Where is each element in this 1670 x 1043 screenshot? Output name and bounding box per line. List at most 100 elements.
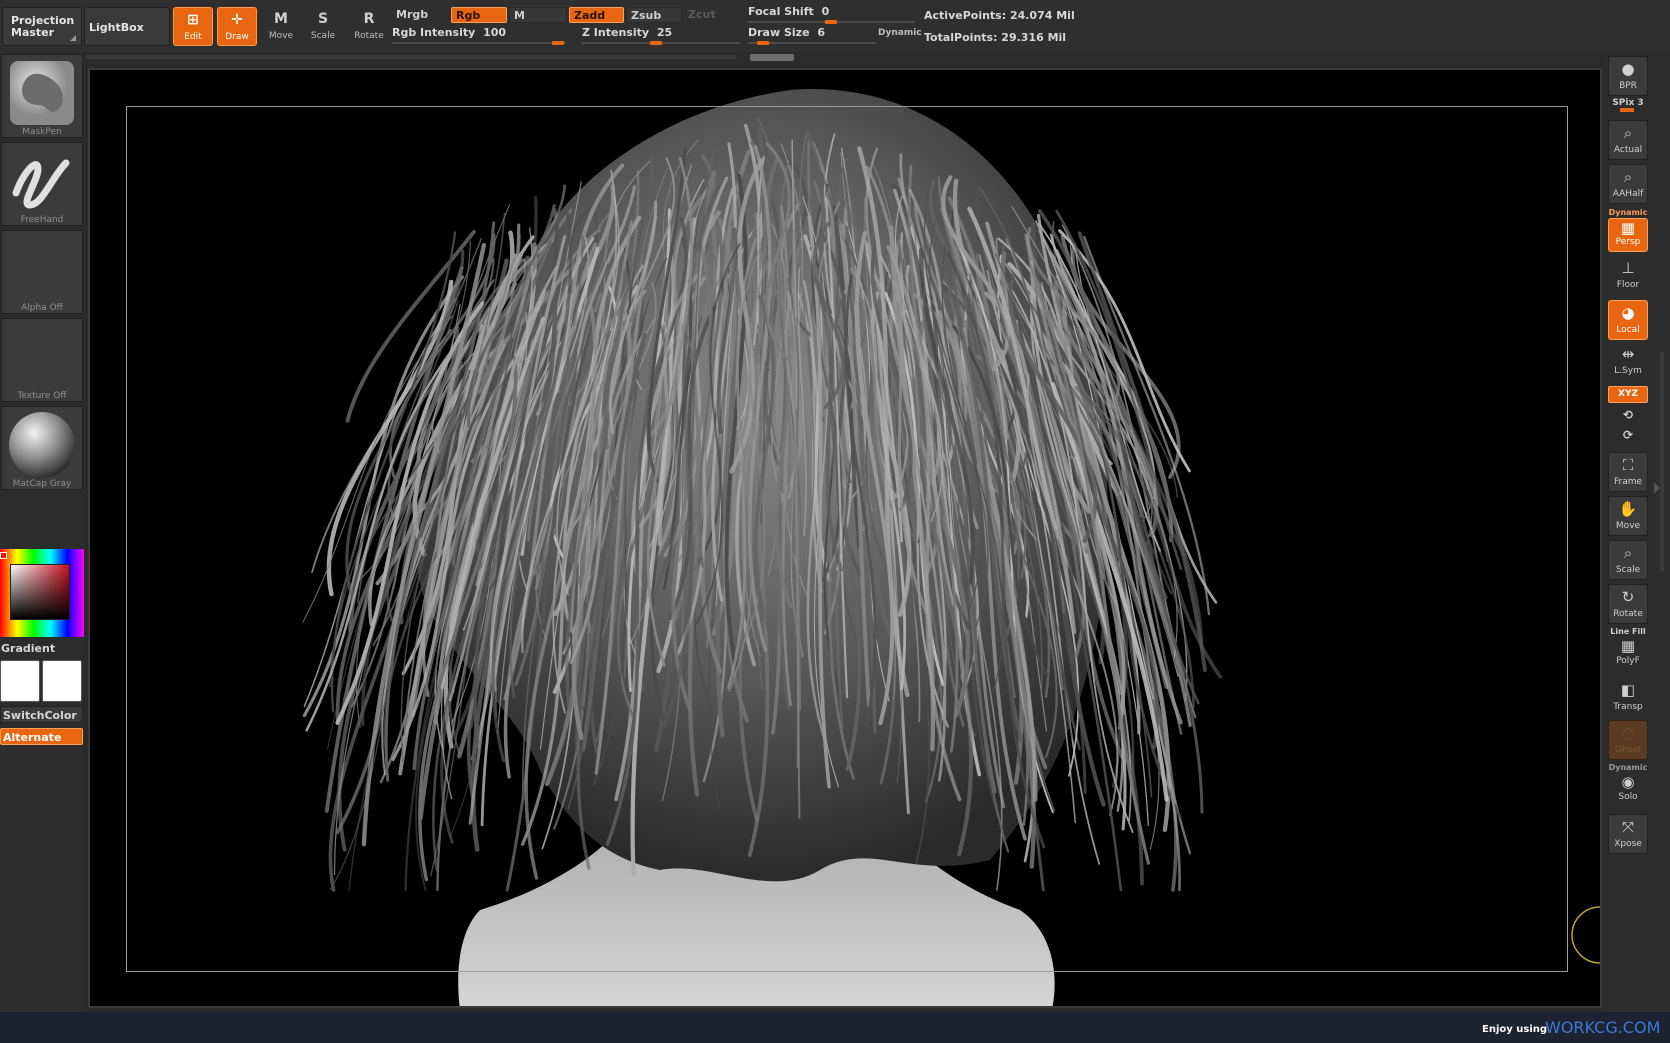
projection-master-button[interactable]: Projection Master — [2, 7, 82, 46]
rotate-y-icon[interactable]: ⟲ — [1606, 408, 1650, 422]
lightbox-button[interactable]: LightBox — [84, 7, 170, 46]
edit-label: Edit — [184, 32, 202, 42]
color-picker-square[interactable] — [10, 564, 70, 620]
scale-button[interactable]: S Scale — [303, 7, 343, 46]
rgb-toggle[interactable]: Rgb — [451, 7, 507, 23]
magnifier-icon: ⌕ — [1623, 124, 1633, 142]
brush-thumbnail[interactable]: MaskPen — [1, 54, 83, 138]
floor-button[interactable]: ⊥ Floor — [1608, 256, 1648, 296]
draw-size-label: Draw Size — [748, 26, 810, 39]
secondary-color-swatch[interactable] — [42, 660, 82, 702]
texture-label: Texture Off — [17, 391, 67, 401]
zsub-toggle[interactable]: Zsub — [626, 7, 682, 23]
rotate-view-button[interactable]: ↻ Rotate — [1608, 584, 1648, 624]
top-toolbar: Projection Master LightBox ⊞ Edit ✛ Draw… — [0, 0, 1670, 52]
main-color-swatch[interactable] — [0, 660, 40, 702]
lsym-button[interactable]: ⇹ L.Sym — [1608, 342, 1648, 380]
focal-shift-slider[interactable]: Focal Shift 0 — [748, 5, 914, 24]
material-thumbnail[interactable]: MatCap Gray — [1, 406, 83, 490]
rotate-view-icon: ↻ — [1621, 588, 1635, 606]
focal-shift-label: Focal Shift — [748, 5, 814, 18]
solo-dynamic-label[interactable]: Dynamic — [1606, 763, 1650, 772]
projection-master-label: Projection Master — [11, 14, 75, 39]
xpose-button[interactable]: ⤧ Xpose — [1608, 814, 1648, 854]
move-icon: M — [274, 11, 288, 27]
transp-label: Transp — [1613, 702, 1643, 712]
focal-shift-knob[interactable] — [825, 20, 837, 24]
status-bar: Enjoy using WORKCG.COM — [0, 1012, 1670, 1043]
rgb-intensity-knob[interactable] — [552, 41, 564, 45]
mrgb-toggle[interactable]: Mrgb — [392, 7, 450, 23]
move-button[interactable]: M Move — [261, 7, 301, 46]
gradient-label[interactable]: Gradient — [1, 642, 55, 655]
freehand-stroke-icon — [12, 159, 70, 209]
z-intensity-knob[interactable] — [650, 41, 662, 45]
draw-size-slider[interactable]: Draw Size 6 — [748, 26, 876, 45]
persp-button[interactable]: ▦ Persp — [1608, 218, 1648, 252]
right-shelf-scrollbar[interactable] — [1660, 352, 1664, 572]
alpha-label: Alpha Off — [21, 303, 63, 313]
matcap-sphere-icon — [9, 412, 75, 478]
draw-size-knob[interactable] — [757, 41, 769, 45]
magnifier-half-icon: ⌕ — [1623, 168, 1633, 186]
rotate-button[interactable]: R Rotate — [349, 7, 389, 46]
viewport-canvas[interactable] — [88, 68, 1602, 1008]
actual-button[interactable]: ⌕ Actual — [1608, 120, 1648, 160]
edit-icon: ⊞ — [187, 12, 199, 28]
frame-button[interactable]: ⛶ Frame — [1608, 452, 1648, 492]
line-fill-label[interactable]: Line Fill — [1606, 627, 1650, 636]
spix-slider[interactable]: SPix 3 — [1606, 98, 1650, 108]
transparency-icon: ◧ — [1620, 681, 1636, 699]
xyz-button[interactable]: XYZ — [1608, 386, 1648, 403]
scale-view-button[interactable]: ⌕ Scale — [1608, 540, 1648, 580]
navigation-gizmo-icon[interactable] — [1571, 906, 1602, 964]
z-intensity-slider[interactable]: Z Intensity 25 — [582, 26, 740, 45]
alternate-button[interactable]: Alternate — [0, 728, 83, 745]
stroke-thumbnail[interactable]: FreeHand — [1, 142, 83, 226]
m-toggle[interactable]: M — [509, 7, 567, 23]
scale-label: Scale — [310, 31, 336, 41]
strip-segment — [86, 55, 736, 59]
move-view-label: Move — [1615, 521, 1641, 531]
spix-knob[interactable] — [1620, 108, 1634, 112]
watermark-logo: WORKCG.COM — [1545, 1018, 1661, 1037]
ghost-button[interactable]: ◌ Ghost — [1608, 720, 1648, 760]
alpha-thumbnail[interactable]: Alpha Off — [1, 230, 83, 314]
dynamic-toggle[interactable]: Dynamic — [878, 28, 922, 38]
rotate-label: Rotate — [354, 31, 384, 41]
color-picker-cursor[interactable] — [0, 552, 7, 559]
perspective-grid-icon: ▦ — [1620, 219, 1636, 237]
color-picker[interactable] — [0, 549, 84, 637]
solo-button[interactable]: ◉ Solo — [1608, 772, 1648, 808]
move-view-button[interactable]: ✋ Move — [1608, 496, 1648, 536]
scale-icon: S — [317, 11, 329, 27]
edit-button[interactable]: ⊞ Edit — [173, 7, 213, 46]
tray-arrow-icon[interactable] — [1654, 482, 1660, 494]
persp-dynamic-label[interactable]: Dynamic — [1606, 208, 1650, 217]
enjoy-text: Enjoy using — [1482, 1024, 1548, 1035]
bpr-button[interactable]: ● BPR — [1608, 56, 1648, 96]
maskpen-brush-icon — [10, 61, 74, 125]
local-button[interactable]: ◕ Local — [1608, 300, 1648, 340]
zadd-toggle[interactable]: Zadd — [569, 7, 624, 23]
zoom-icon: ⌕ — [1623, 544, 1633, 562]
draw-button[interactable]: ✛ Draw — [217, 7, 257, 46]
rotate-z-icon[interactable]: ⟳ — [1606, 428, 1650, 442]
polyframe-grid-icon: ▦ — [1620, 637, 1636, 655]
rgb-intensity-slider[interactable]: Rgb Intensity 100 — [392, 26, 566, 45]
zcut-toggle[interactable]: Zcut — [684, 7, 740, 23]
polyf-button[interactable]: ▦ PolyF — [1608, 636, 1648, 672]
stroke-label: FreeHand — [20, 215, 64, 225]
aahalf-button[interactable]: ⌕ AAHalf — [1608, 164, 1648, 204]
left-shelf: MaskPen FreeHand Alpha Off Texture Off M… — [0, 52, 84, 1012]
rgb-intensity-track — [392, 42, 566, 44]
local-rotate-icon: ◕ — [1621, 304, 1635, 322]
switchcolor-button[interactable]: SwitchColor — [0, 706, 83, 723]
focal-shift-value: 0 — [821, 5, 830, 18]
strip-scroll-handle[interactable] — [750, 54, 794, 61]
transp-button[interactable]: ◧ Transp — [1608, 678, 1648, 718]
lsym-arrows-icon: ⇹ — [1621, 345, 1635, 363]
floor-icon: ⊥ — [1621, 259, 1635, 277]
texture-thumbnail[interactable]: Texture Off — [1, 318, 83, 402]
document-frame — [126, 106, 1568, 972]
